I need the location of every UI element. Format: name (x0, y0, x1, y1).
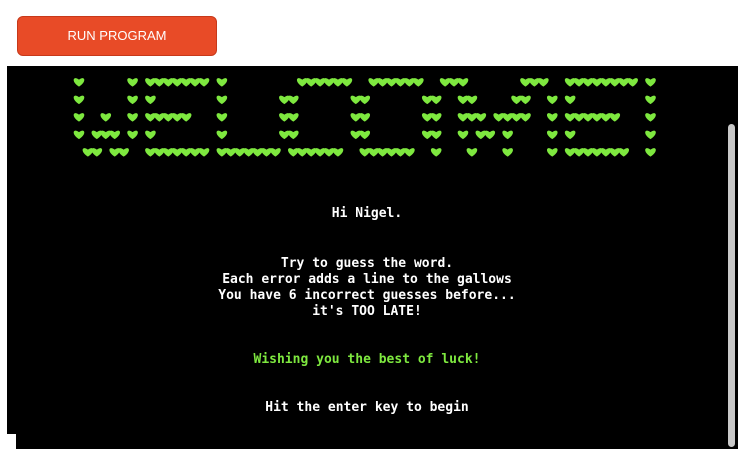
terminal-corner (7, 434, 16, 450)
heart-icon (502, 130, 513, 140)
welcome-banner: WELCOME! (7, 66, 727, 166)
heart-icon (502, 148, 513, 157)
wish-text: Wishing you the best of luck! (253, 352, 481, 367)
heart-icon (466, 95, 478, 105)
heart-icon (645, 113, 656, 122)
heart-icon (645, 130, 656, 140)
greeting-text: Hi Nigel. (331, 206, 403, 221)
heart-icon (645, 78, 656, 87)
heart-icon (546, 95, 558, 105)
heart-icon (520, 95, 531, 105)
heart-icon (457, 130, 469, 140)
heart-icon (466, 148, 478, 157)
heart-icon (145, 130, 156, 140)
welcome-banner-art: WELCOME! (73, 78, 656, 157)
terminal[interactable]: WELCOME! Hi Nigel. Try to guess the word… (7, 66, 738, 449)
heart-icon (91, 148, 103, 157)
heart-icon (413, 78, 424, 87)
heart-icon (270, 148, 281, 157)
heart-icon (216, 95, 228, 105)
heart-icon (288, 113, 299, 122)
heart-icon (288, 95, 299, 105)
heart-icon (127, 113, 138, 122)
heart-icon (645, 95, 656, 105)
heart-icon (127, 95, 138, 105)
heart-icon (198, 78, 210, 87)
heart-icon (484, 130, 496, 140)
scrollbar-thumb[interactable] (728, 124, 735, 447)
heart-icon (109, 130, 121, 140)
heart-icon (127, 130, 138, 140)
heart-icon (73, 78, 85, 87)
heart-icon (359, 130, 371, 140)
heart-icon (609, 113, 621, 122)
heart-icon (216, 113, 228, 122)
heart-icon (618, 148, 630, 157)
intro-line-1: Try to guess the word. (280, 256, 454, 271)
intro-line-3: You have 6 incorrect guesses before... (218, 288, 516, 303)
heart-icon (430, 95, 442, 105)
heart-icon (546, 113, 558, 122)
heart-icon (538, 78, 549, 87)
heart-icon (430, 148, 442, 157)
heart-icon (457, 78, 469, 87)
heart-icon (520, 113, 531, 122)
heart-icon (404, 148, 415, 157)
heart-icon (359, 95, 371, 105)
heart-icon (627, 78, 638, 87)
heart-icon (359, 113, 371, 122)
heart-icon (645, 148, 656, 157)
heart-icon (198, 148, 210, 157)
intro-line-2: Each error adds a line to the gallows (222, 272, 512, 287)
heart-icon (430, 113, 442, 122)
heart-icon (73, 113, 85, 122)
heart-icon (73, 130, 85, 140)
heart-icon (216, 78, 228, 87)
heart-icon (73, 95, 85, 105)
heart-icon (118, 148, 129, 157)
heart-icon (430, 130, 442, 140)
heart-icon (145, 95, 156, 105)
run-program-button[interactable]: RUN PROGRAM (17, 16, 217, 56)
heart-icon (475, 113, 487, 122)
heart-icon (546, 148, 558, 157)
enter-prompt: Hit the enter key to begin (265, 400, 469, 415)
heart-icon (332, 148, 344, 157)
heart-icon (216, 130, 228, 140)
heart-icon (546, 130, 558, 140)
terminal-scrollbar[interactable] (724, 66, 738, 449)
heart-icon (564, 95, 576, 105)
heart-icon (180, 113, 192, 122)
heart-icon (341, 78, 353, 87)
heart-icon (127, 78, 138, 87)
heart-icon (100, 113, 112, 122)
page: RUN PROGRAM WELCOME! Hi Nigel. Try to gu… (0, 0, 752, 461)
intro-line-4: it's TOO LATE! (312, 304, 422, 319)
heart-icon (288, 130, 299, 140)
heart-icon (564, 130, 576, 140)
